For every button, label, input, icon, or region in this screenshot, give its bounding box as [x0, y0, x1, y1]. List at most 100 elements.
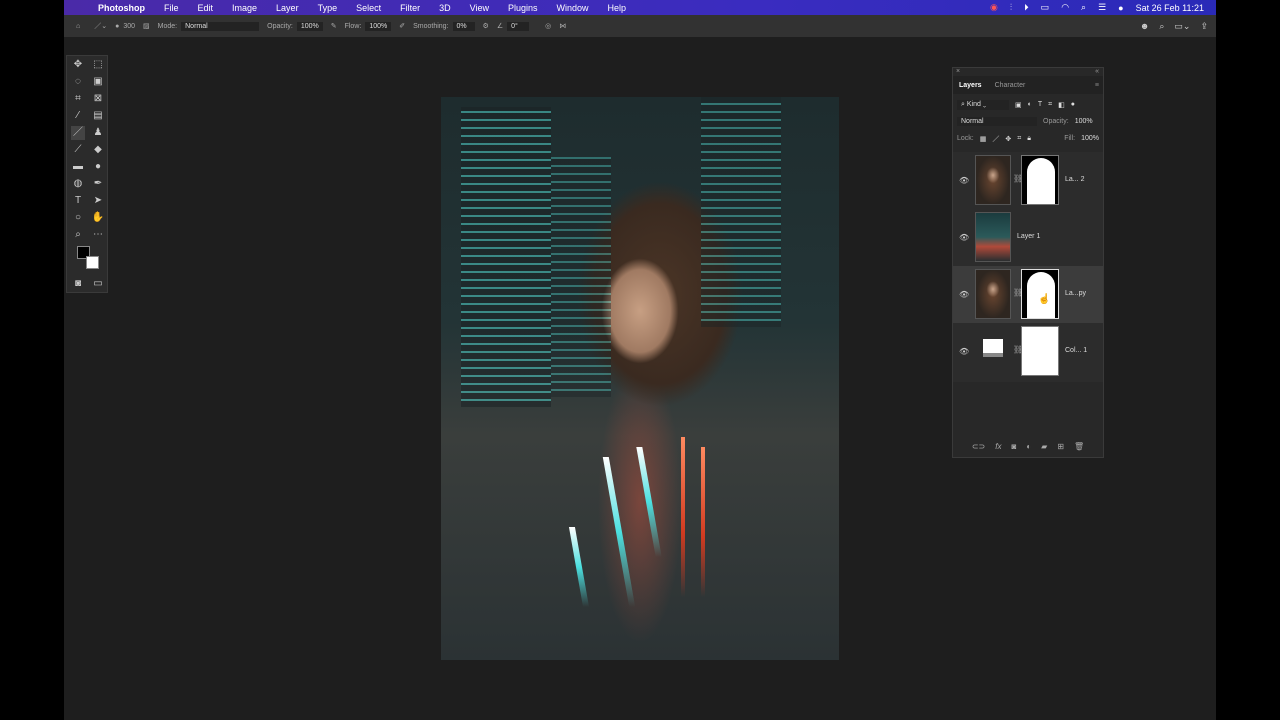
filter-adjustment-icon[interactable]: ◐: [1028, 101, 1032, 108]
gradient-icon[interactable]: ▬: [71, 160, 85, 174]
add-mask-icon[interactable]: ◙: [1011, 442, 1016, 451]
blur-icon[interactable]: ●: [91, 160, 105, 174]
lock-all-icon[interactable]: 🔒︎: [1027, 135, 1031, 143]
object-select-icon[interactable]: ▣: [91, 75, 105, 89]
layer-mask-thumbnail[interactable]: [1021, 326, 1059, 376]
brush-tool-icon[interactable]: ／: [71, 126, 85, 140]
layer-name[interactable]: Col... 1: [1065, 347, 1087, 354]
menu-image[interactable]: Image: [232, 3, 257, 13]
layer-mask-thumbnail[interactable]: ☝: [1021, 269, 1059, 319]
zoom-tool-icon[interactable]: ⌕: [71, 228, 85, 242]
symmetry-icon[interactable]: ⋈: [559, 22, 566, 30]
layer-row-selected[interactable]: 👁︎ ⛓︎ ☝ La...py: [953, 266, 1103, 323]
tab-character[interactable]: Character: [995, 82, 1026, 89]
mode-select[interactable]: Normal: [181, 21, 260, 31]
lock-artboard-icon[interactable]: ⌗: [1017, 135, 1021, 143]
pressure-opacity-icon[interactable]: ✎: [331, 22, 337, 30]
lasso-tool-icon[interactable]: ◌: [71, 75, 85, 89]
adjustment-layer-icon[interactable]: ◐: [1026, 442, 1031, 451]
menu-window[interactable]: Window: [557, 3, 589, 13]
filter-kind-select[interactable]: ⌕ Kind ⌄: [957, 99, 1009, 110]
eyedropper-icon[interactable]: ⁄: [71, 109, 85, 123]
home-icon[interactable]: ⌂: [76, 23, 80, 30]
flow-field[interactable]: 100%: [365, 21, 392, 31]
collapse-icon[interactable]: «: [1095, 68, 1099, 75]
layer-row[interactable]: 👁︎ ⛓︎ Col... 1: [953, 323, 1103, 380]
layer-opacity-field[interactable]: 100%: [1075, 118, 1093, 125]
layer-name[interactable]: Layer 1: [1017, 233, 1040, 240]
pressure-size-icon[interactable]: ◎: [545, 22, 551, 30]
opacity-field[interactable]: 100%: [296, 21, 323, 31]
new-group-icon[interactable]: ▰: [1041, 442, 1047, 451]
close-icon[interactable]: ×: [956, 68, 960, 75]
menu-filter[interactable]: Filter: [400, 3, 420, 13]
dodge-icon[interactable]: ◍: [71, 177, 85, 191]
history-brush-icon[interactable]: ⟋: [71, 143, 85, 157]
link-layers-icon[interactable]: ⊂⊃: [972, 442, 985, 451]
angle-field[interactable]: 0°: [507, 21, 530, 31]
layer-mask-thumbnail[interactable]: [1021, 155, 1059, 205]
eye-icon[interactable]: 👁︎: [959, 347, 969, 356]
play-icon[interactable]: ⏵: [1024, 2, 1029, 13]
type-tool-icon[interactable]: T: [71, 194, 85, 208]
menu-plugins[interactable]: Plugins: [508, 3, 538, 13]
control-center-icon[interactable]: ☰: [1098, 2, 1106, 13]
fill-field[interactable]: 100%: [1081, 135, 1099, 142]
frame-tool-icon[interactable]: ⊠: [91, 92, 105, 106]
layer-row[interactable]: 👁︎ Layer 1: [953, 209, 1103, 266]
move-tool-icon[interactable]: ✥: [71, 58, 85, 72]
layer-row[interactable]: 👁︎ ⛓︎ La... 2: [953, 152, 1103, 209]
eraser-icon[interactable]: ◆: [91, 143, 105, 157]
layer-name[interactable]: La...py: [1065, 290, 1086, 297]
battery-icon[interactable]: ▭: [1041, 2, 1050, 13]
pen-tool-icon[interactable]: ✒: [91, 177, 105, 191]
clock[interactable]: Sat 26 Feb 11:21: [1136, 3, 1204, 13]
screen-mode-icon[interactable]: ▭: [91, 277, 105, 291]
quick-mask-icon[interactable]: ◙: [71, 277, 85, 291]
eye-icon[interactable]: 👁︎: [959, 233, 969, 242]
menu-file[interactable]: File: [164, 3, 179, 13]
menu-help[interactable]: Help: [608, 3, 627, 13]
menu-select[interactable]: Select: [356, 3, 381, 13]
lock-position-icon[interactable]: ✥: [1005, 135, 1011, 143]
crop-tool-icon[interactable]: ⌗: [71, 92, 85, 106]
hand-tool-icon[interactable]: ✋: [91, 211, 105, 225]
eye-icon[interactable]: 👁︎: [959, 176, 969, 185]
marquee-tool-icon[interactable]: ⬚: [91, 58, 105, 72]
wifi-icon[interactable]: ◠: [1061, 2, 1069, 13]
layer-name[interactable]: La... 2: [1065, 176, 1084, 183]
menu-type[interactable]: Type: [318, 3, 338, 13]
lock-brush-icon[interactable]: ／: [992, 134, 999, 144]
airpods-icon[interactable]: ⫶: [1010, 2, 1012, 13]
brush-preset-picker[interactable]: ● 300: [115, 23, 135, 30]
filter-toggle[interactable]: ●: [1071, 101, 1075, 108]
share-user-icon[interactable]: ☻: [1140, 21, 1149, 32]
brush-settings-icon[interactable]: ▨: [143, 22, 150, 30]
stamp-tool-icon[interactable]: ♟: [91, 126, 105, 140]
siri-icon[interactable]: ●: [1118, 3, 1123, 13]
menu-layer[interactable]: Layer: [276, 3, 299, 13]
more-tools-icon[interactable]: ⋯: [91, 228, 105, 242]
gear-icon[interactable]: ⚙: [483, 22, 489, 30]
new-layer-icon[interactable]: ⊞: [1057, 442, 1064, 451]
ellipse-tool-icon[interactable]: ○: [71, 211, 85, 225]
path-select-icon[interactable]: ➤: [91, 194, 105, 208]
airbrush-icon[interactable]: ✐: [399, 22, 405, 30]
lock-pixels-icon[interactable]: ▦: [980, 135, 987, 143]
menu-view[interactable]: View: [470, 3, 489, 13]
tab-layers[interactable]: Layers: [959, 82, 982, 89]
eye-icon[interactable]: 👁︎: [959, 290, 969, 299]
search-icon[interactable]: ⌕: [1159, 21, 1164, 32]
filter-smart-icon[interactable]: ◧: [1058, 101, 1065, 109]
menu-3d[interactable]: 3D: [439, 3, 451, 13]
healing-icon[interactable]: ▤: [91, 109, 105, 123]
filter-pixel-icon[interactable]: ▣: [1015, 101, 1022, 109]
search-icon[interactable]: ⌕: [1081, 2, 1086, 13]
menu-edit[interactable]: Edit: [198, 3, 214, 13]
document-canvas[interactable]: [441, 97, 839, 660]
fx-icon[interactable]: fx: [995, 442, 1001, 451]
trash-icon[interactable]: 🗑︎: [1074, 442, 1084, 451]
brush-tool-icon[interactable]: ／⌄: [94, 21, 107, 31]
background-color[interactable]: [86, 256, 99, 269]
share-icon[interactable]: ⇪: [1200, 21, 1208, 32]
